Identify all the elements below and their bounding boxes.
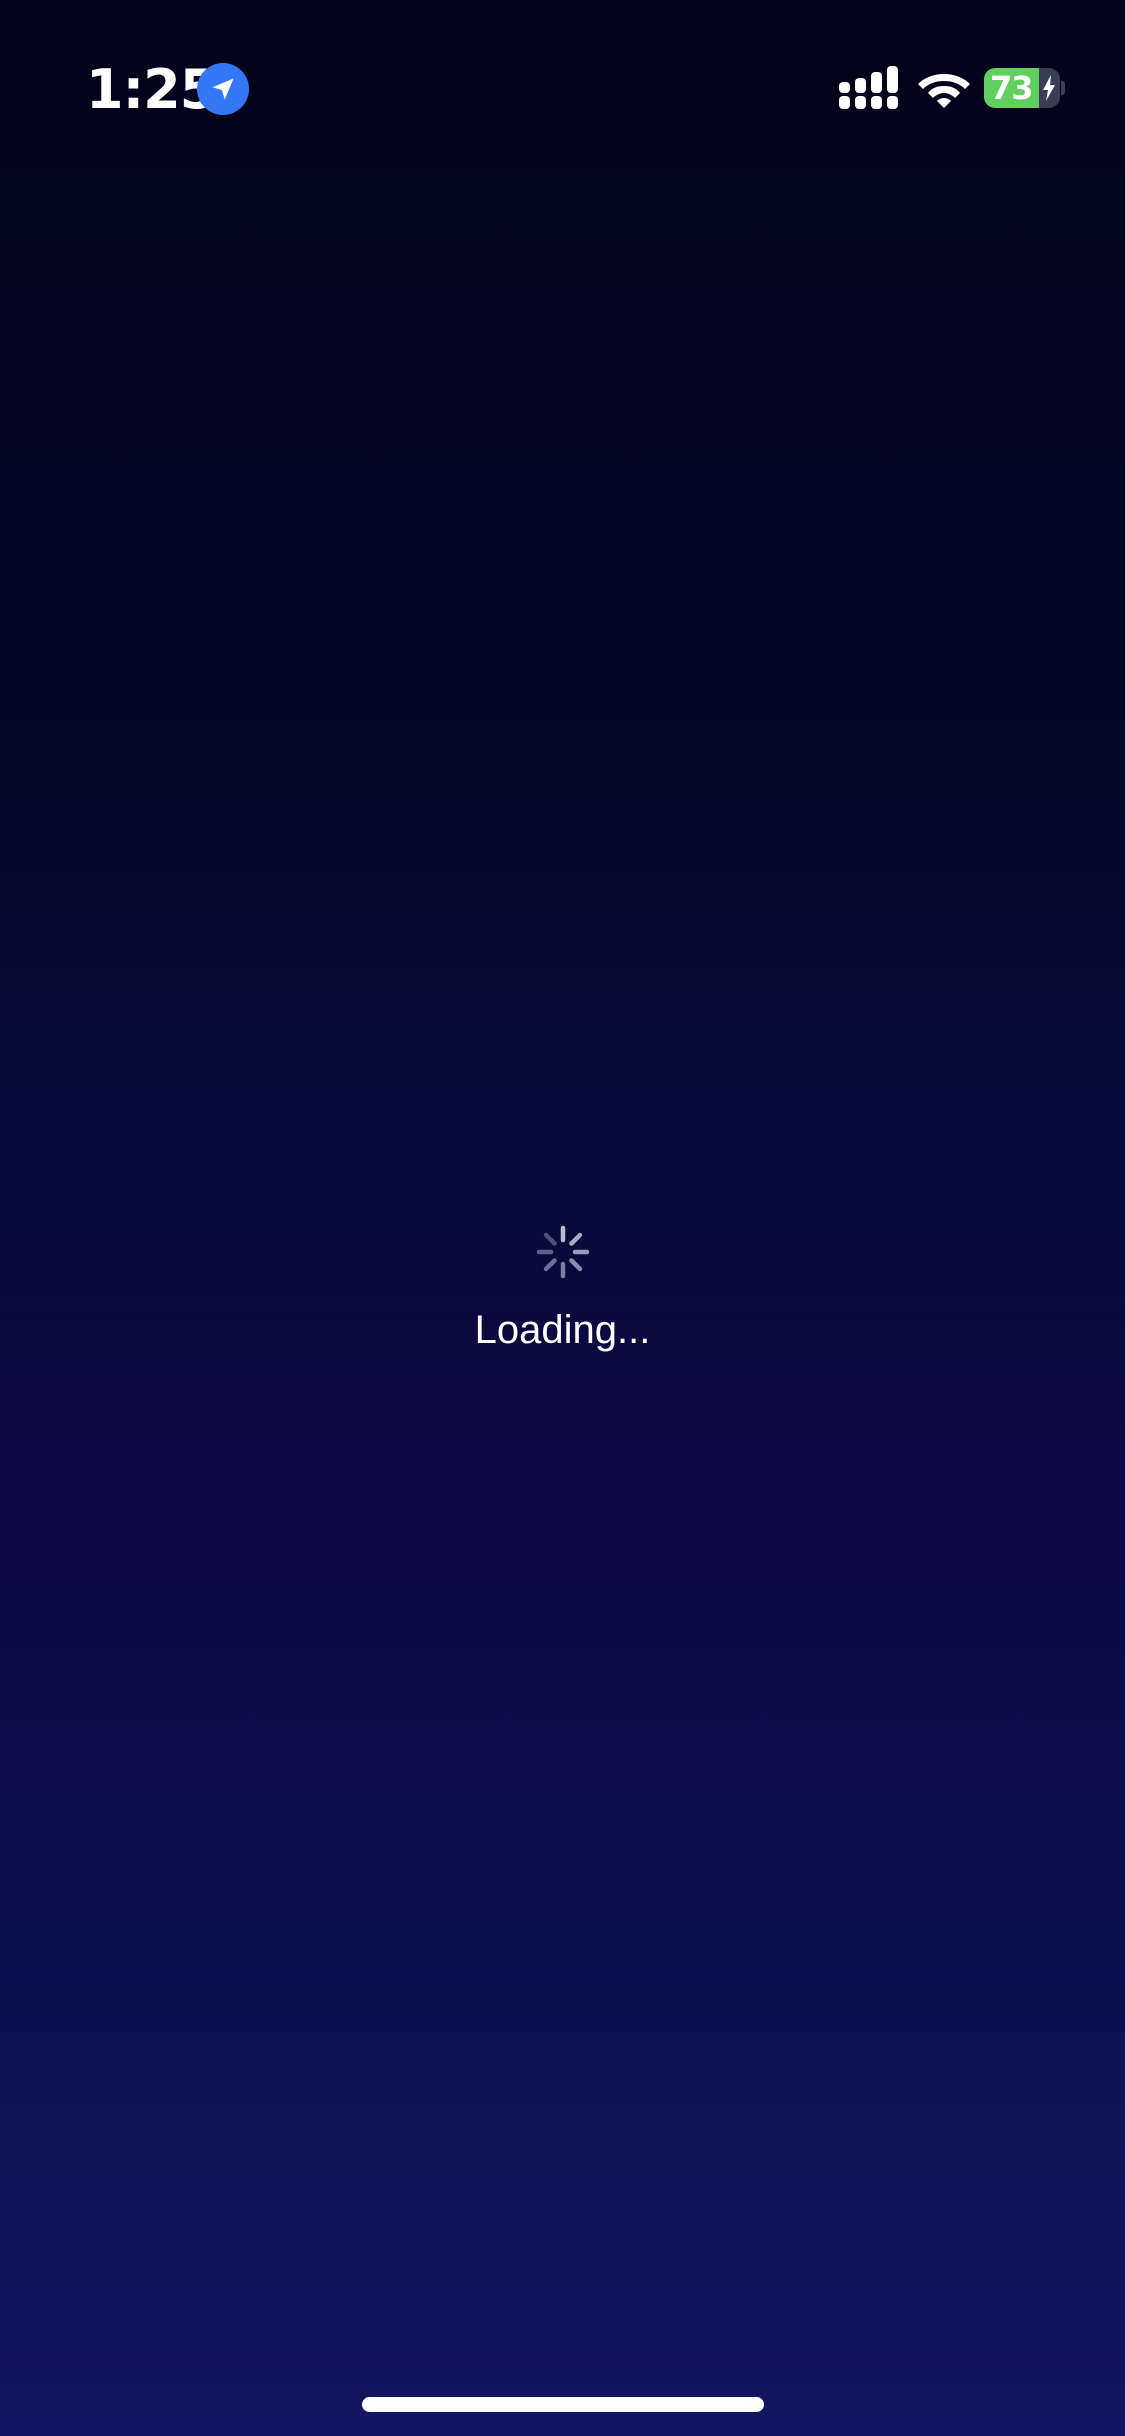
charging-bolt-icon [1043, 75, 1055, 101]
wifi-icon [918, 74, 970, 108]
battery-level: 73 [990, 69, 1034, 107]
battery-cap [1061, 81, 1065, 95]
battery-indicator: 73 [984, 68, 1065, 108]
loading-indicator: Loading... [0, 1224, 1125, 1356]
location-arrow-icon [197, 63, 249, 115]
loading-text: Loading... [474, 1308, 651, 1352]
home-indicator-bar[interactable] [362, 2397, 764, 2412]
spinner-icon [536, 1225, 589, 1279]
battery-body: 73 [984, 68, 1060, 108]
status-bar: 1:25 73 [0, 0, 1125, 180]
cellular-signal-icon [839, 66, 898, 109]
app-screen: 1:25 73 Loading... [0, 0, 1125, 2436]
